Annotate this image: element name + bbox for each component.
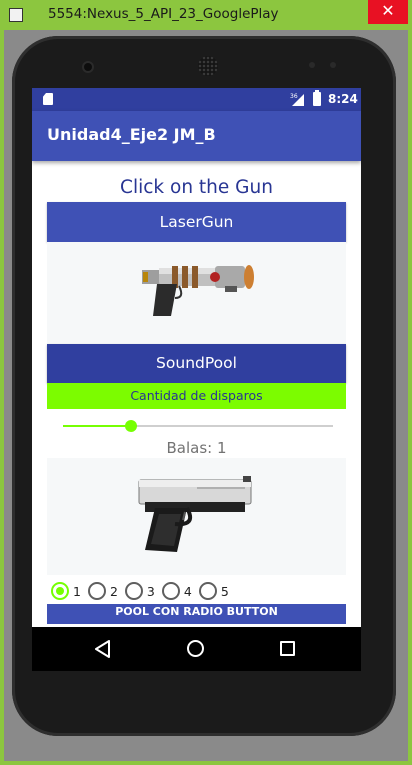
radio-option-4[interactable]: 4 bbox=[161, 582, 192, 600]
slider-fill bbox=[63, 425, 131, 427]
rounds-radio-group: 1 2 3 4 5 bbox=[51, 580, 236, 602]
laser-gun-image-graphic bbox=[142, 265, 254, 316]
device-screen: 36 8:24 Unidad4_Eje2 JM_B Click on the G… bbox=[32, 88, 361, 671]
radio-option-5[interactable]: 5 bbox=[198, 582, 229, 600]
app-window-icon bbox=[9, 8, 23, 22]
soundpool-button[interactable]: SoundPool bbox=[47, 344, 346, 383]
home-icon[interactable] bbox=[187, 640, 204, 657]
radio-circle-icon[interactable] bbox=[124, 582, 143, 600]
radio-option-label: 4 bbox=[183, 583, 192, 599]
page-heading: Click on the Gun bbox=[120, 177, 273, 198]
shot-count-button[interactable]: Cantidad de disparos bbox=[47, 383, 346, 409]
radio-option-3[interactable]: 3 bbox=[124, 582, 155, 600]
window-title: 5554:Nexus_5_API_23_GooglePlay bbox=[48, 6, 279, 22]
close-window-button[interactable]: ✕ bbox=[368, 0, 408, 24]
shots-slider[interactable] bbox=[63, 419, 333, 433]
light-sensor bbox=[330, 62, 336, 68]
app-toolbar: Unidad4_Eje2 JM_B bbox=[32, 111, 361, 161]
front-camera-icon bbox=[84, 63, 92, 71]
signal-icon: 36 bbox=[290, 93, 304, 106]
status-clock: 8:24 bbox=[328, 92, 358, 106]
pool-radio-button[interactable]: POOL CON RADIO BUTTON bbox=[47, 604, 346, 624]
laser-gun-image[interactable] bbox=[47, 242, 346, 344]
app-title: Unidad4_Eje2 JM_B bbox=[47, 125, 216, 144]
main-content: Click on the Gun LaserGun SoundPool Cant… bbox=[32, 161, 361, 671]
pistol-image-graphic bbox=[138, 476, 252, 552]
radio-circle-icon[interactable] bbox=[198, 582, 217, 600]
radio-option-label: 1 bbox=[73, 583, 81, 599]
svg-text:36: 36 bbox=[290, 93, 298, 100]
radio-option-2[interactable]: 2 bbox=[87, 582, 118, 600]
earpiece-speaker-icon bbox=[198, 56, 218, 76]
window-titlebar[interactable]: 5554:Nexus_5_API_23_GooglePlay ✕ bbox=[0, 0, 412, 30]
radio-option-label: 3 bbox=[146, 583, 155, 599]
radio-circle-icon[interactable] bbox=[161, 582, 180, 600]
android-nav-bar bbox=[32, 627, 361, 671]
slider-thumb[interactable] bbox=[125, 420, 137, 432]
sd-card-icon bbox=[43, 93, 53, 105]
radio-circle-icon[interactable] bbox=[51, 582, 69, 600]
back-icon[interactable] bbox=[95, 640, 111, 658]
battery-icon bbox=[313, 90, 321, 106]
recents-icon[interactable] bbox=[280, 641, 295, 656]
pistol-image[interactable] bbox=[47, 458, 346, 575]
radio-option-label: 5 bbox=[220, 583, 229, 599]
radio-option-1[interactable]: 1 bbox=[51, 582, 81, 600]
status-bar: 36 8:24 bbox=[32, 88, 361, 111]
proximity-sensor bbox=[309, 62, 315, 68]
bullets-count-label: Balas: 1 bbox=[166, 439, 227, 457]
radio-circle-icon[interactable] bbox=[87, 582, 106, 600]
radio-option-label: 2 bbox=[109, 583, 118, 599]
laser-gun-button[interactable]: LaserGun bbox=[47, 202, 346, 242]
